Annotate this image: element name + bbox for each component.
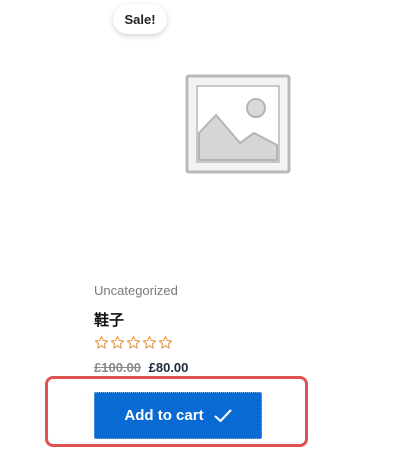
price-block: £100.00 £80.00 [94, 360, 188, 375]
product-category[interactable]: Uncategorized [94, 283, 178, 298]
product-card: Sale! Uncategorized 鞋子 £100.00 £80.00 Ad… [0, 0, 408, 453]
star-outline-icon [126, 336, 141, 349]
star-outline-icon [158, 336, 173, 349]
original-price: £100.00 [94, 360, 141, 375]
star-outline-icon [94, 336, 109, 349]
star-outline-icon [110, 336, 125, 349]
add-to-cart-label: Add to cart [124, 407, 204, 424]
sale-badge: Sale! [113, 4, 167, 34]
image-placeholder-icon[interactable] [184, 73, 292, 175]
product-title[interactable]: 鞋子 [94, 309, 124, 330]
checkmark-icon [214, 409, 232, 422]
rating-stars [94, 335, 173, 350]
add-to-cart-button[interactable]: Add to cart [94, 392, 262, 439]
sale-price: £80.00 [148, 360, 189, 375]
star-outline-icon [142, 336, 157, 349]
